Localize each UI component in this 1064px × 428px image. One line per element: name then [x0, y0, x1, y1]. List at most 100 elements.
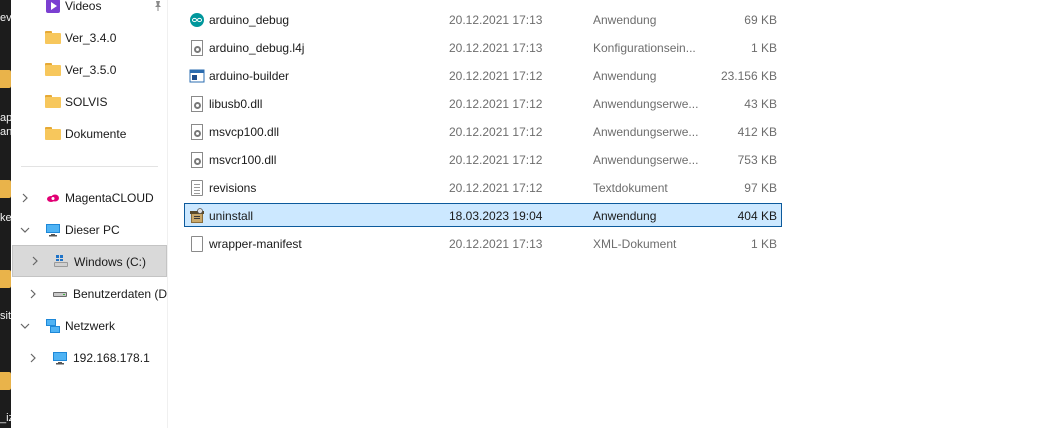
desktop-label-fragment: ke: [0, 212, 11, 224]
cloud-icon: [45, 190, 61, 206]
arduino-icon: [189, 12, 205, 28]
file-row[interactable]: arduino_debug.l4j 20.12.2021 17:13 Konfi…: [184, 35, 782, 59]
file-name: msvcp100.dll: [209, 125, 280, 139]
desktop-label-fragment: ev: [0, 12, 11, 24]
desktop-label-fragment: ap: [0, 112, 11, 124]
file-type: XML-Dokument: [593, 237, 677, 251]
folder-icon: [45, 127, 61, 143]
file-row[interactable]: wrapper-manifest 20.12.2021 17:13 XML-Do…: [184, 231, 782, 255]
nav-divider: [21, 166, 158, 167]
file-name: revisions: [209, 181, 257, 195]
file-row[interactable]: arduino_debug 20.12.2021 17:13 Anwendung…: [184, 7, 782, 31]
desktop-folder-icon[interactable]: [0, 372, 11, 390]
file-row[interactable]: arduino-builder 20.12.2021 17:12 Anwendu…: [184, 63, 782, 87]
installer-icon: [189, 208, 205, 224]
file-size: 1 KB: [750, 41, 777, 55]
navigation-pane: Videos Ver_3.4.0 Ver_3.5.0 SOLVIS Dokume…: [11, 0, 168, 428]
file-name: libusb0.dll: [209, 97, 263, 111]
nav-item-label: Dieser PC: [65, 223, 120, 237]
file-size: 69 KB: [744, 13, 777, 27]
monitor-icon: [45, 222, 61, 238]
nav-item-magentacloud[interactable]: MagentaCLOUD: [11, 187, 168, 209]
file-row[interactable]: msvcp100.dll 20.12.2021 17:12 Anwendungs…: [184, 119, 782, 143]
application-icon: [189, 68, 205, 84]
chevron-right-icon[interactable]: [19, 192, 31, 204]
file-type: Anwendungserwe...: [593, 125, 699, 139]
config-file-icon: [191, 40, 203, 56]
file-size: 404 KB: [737, 209, 777, 223]
file-name: msvcr100.dll: [209, 153, 277, 167]
file-date: 20.12.2021 17:12: [449, 181, 543, 195]
drive-icon: [52, 286, 68, 302]
dll-icon: [191, 96, 203, 112]
file-size: 412 KB: [737, 125, 777, 139]
nav-item-netzwerk[interactable]: Netzwerk: [11, 315, 168, 337]
file-row[interactable]: revisions 20.12.2021 17:12 Textdokument …: [184, 175, 782, 199]
network-icon: [45, 318, 61, 334]
desktop-folder-icon[interactable]: [0, 270, 11, 288]
chevron-down-icon[interactable]: [19, 320, 31, 332]
file-row-selected[interactable]: uninstall 18.03.2023 19:04 Anwendung 404…: [184, 203, 782, 227]
chevron-right-icon[interactable]: [27, 352, 39, 364]
desktop-edge: ev ap an ke sit _iz: [0, 0, 11, 428]
file-date: 20.12.2021 17:12: [449, 69, 543, 83]
file-size: 43 KB: [744, 97, 777, 111]
folder-icon: [45, 63, 61, 79]
file-name: arduino_debug: [209, 13, 290, 27]
nav-item-label: 192.168.178.1: [73, 351, 150, 365]
file-name: uninstall: [209, 209, 254, 223]
dll-icon: [191, 124, 203, 140]
explorer-window: ev ap an ke sit _iz Videos Ver_3.4.0 Ver…: [0, 0, 1064, 428]
windows-drive-icon: [53, 253, 69, 269]
file-date: 18.03.2023 19:04: [449, 209, 543, 223]
dll-icon: [191, 152, 203, 168]
file-name: wrapper-manifest: [209, 237, 302, 251]
file-name: arduino-builder: [209, 69, 290, 83]
nav-item-ver-3-5-0[interactable]: Ver_3.5.0: [11, 59, 168, 81]
nav-item-windows-c[interactable]: Windows (C:): [12, 245, 167, 277]
file-size: 753 KB: [737, 153, 777, 167]
nav-item-ver-3-4-0[interactable]: Ver_3.4.0: [11, 27, 168, 49]
chevron-right-icon[interactable]: [29, 255, 41, 267]
file-type: Anwendungserwe...: [593, 153, 699, 167]
nav-item-192-168-178-1[interactable]: 192.168.178.1: [11, 347, 168, 369]
nav-item-label: MagentaCLOUD: [65, 191, 154, 205]
file-type: Anwendung: [593, 209, 657, 223]
file-row[interactable]: msvcr100.dll 20.12.2021 17:12 Anwendungs…: [184, 147, 782, 171]
file-date: 20.12.2021 17:12: [449, 153, 543, 167]
nav-item-solvis[interactable]: SOLVIS: [11, 91, 168, 113]
pin-icon[interactable]: [152, 0, 164, 12]
nav-item-label: Benutzerdaten (D:: [73, 287, 168, 301]
text-file-icon: [191, 180, 203, 196]
file-date: 20.12.2021 17:13: [449, 237, 543, 251]
desktop-label-fragment: _iz: [0, 412, 11, 424]
file-date: 20.12.2021 17:13: [449, 13, 543, 27]
file-name: arduino_debug.l4j: [209, 41, 305, 55]
folder-icon: [45, 95, 61, 111]
folder-icon: [45, 31, 61, 47]
file-type: Anwendung: [593, 69, 657, 83]
file-date: 20.12.2021 17:13: [449, 41, 543, 55]
file-date: 20.12.2021 17:12: [449, 125, 543, 139]
file-size: 23.156 KB: [720, 69, 777, 83]
monitor-icon: [52, 350, 68, 366]
file-row[interactable]: libusb0.dll 20.12.2021 17:12 Anwendungse…: [184, 91, 782, 115]
nav-item-benutzerdaten-d[interactable]: Benutzerdaten (D:: [11, 283, 168, 305]
xml-file-icon: [191, 236, 203, 252]
nav-item-label: Windows (C:): [74, 255, 147, 269]
file-size: 1 KB: [750, 237, 777, 251]
nav-item-videos[interactable]: Videos: [11, 0, 168, 17]
chevron-down-icon[interactable]: [19, 224, 31, 236]
nav-item-label: SOLVIS: [65, 95, 108, 109]
desktop-folder-icon[interactable]: [0, 180, 11, 198]
nav-item-label: Dokumente: [65, 127, 127, 141]
file-type: Anwendung: [593, 13, 657, 27]
chevron-right-icon[interactable]: [27, 288, 39, 300]
file-type: Konfigurationsein...: [593, 41, 696, 55]
nav-item-dieser-pc[interactable]: Dieser PC: [11, 219, 168, 241]
file-size: 97 KB: [744, 181, 777, 195]
nav-item-label: Videos: [65, 0, 102, 13]
nav-item-dokumente[interactable]: Dokumente: [11, 123, 168, 145]
desktop-folder-icon[interactable]: [0, 70, 11, 88]
file-list: arduino_debug 20.12.2021 17:13 Anwendung…: [168, 0, 1064, 428]
